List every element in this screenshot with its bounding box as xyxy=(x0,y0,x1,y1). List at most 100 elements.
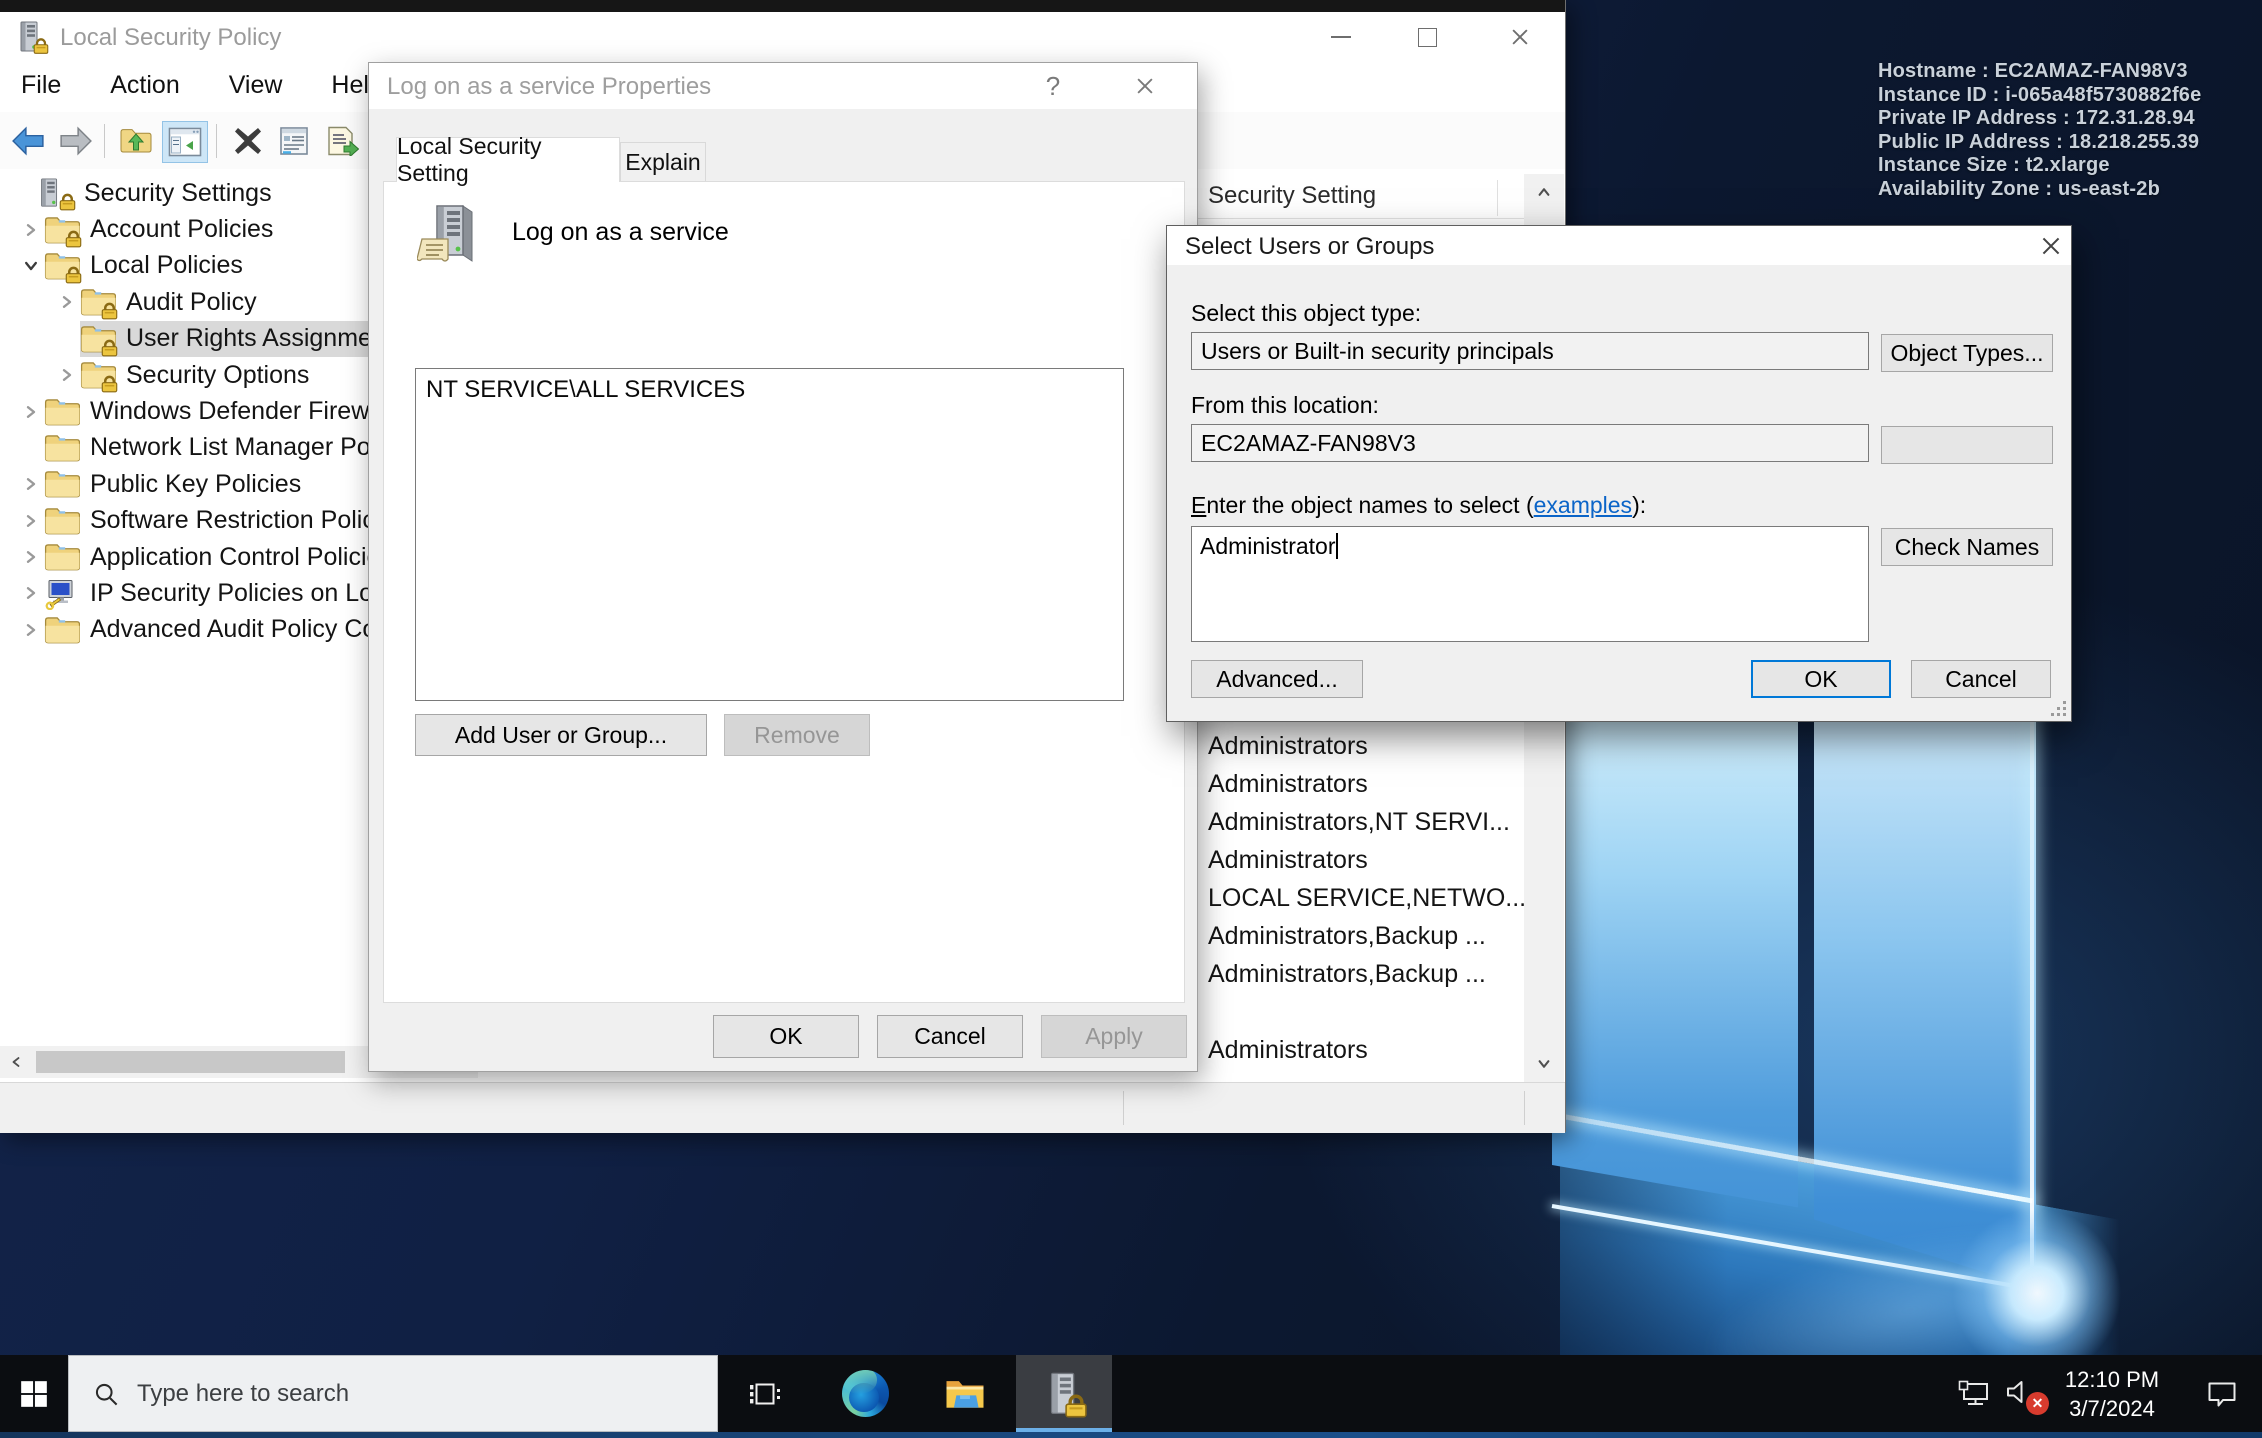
column-divider[interactable] xyxy=(1497,180,1498,216)
apply-button[interactable]: Apply xyxy=(1041,1015,1187,1058)
scroll-up-icon[interactable] xyxy=(1524,174,1564,210)
ok-button[interactable]: OK xyxy=(1751,660,1891,698)
ec2-instance-size: Instance Size : t2.xlarge xyxy=(1878,154,2201,178)
remove-button[interactable]: Remove xyxy=(724,714,870,756)
advanced-button[interactable]: Advanced... xyxy=(1191,660,1363,698)
help-icon[interactable]: ? xyxy=(1029,63,1077,109)
status-bar xyxy=(0,1082,1565,1133)
folder-lock-icon xyxy=(80,360,116,390)
cancel-button[interactable]: Cancel xyxy=(1911,660,2051,698)
locations-button[interactable] xyxy=(1881,426,2053,464)
close-icon[interactable] xyxy=(1121,63,1169,109)
search-input[interactable] xyxy=(135,1356,699,1431)
dialog-titlebar[interactable]: Select Users or Groups xyxy=(1167,226,2071,265)
clock-time: 12:10 PM xyxy=(2065,1365,2159,1394)
location-field[interactable] xyxy=(1191,424,1869,462)
chevron-right-icon[interactable] xyxy=(18,217,44,243)
window-titlebar[interactable]: Local Security Policy xyxy=(0,12,1565,62)
chevron-right-icon[interactable] xyxy=(18,471,44,497)
scroll-down-icon[interactable] xyxy=(1524,1046,1564,1082)
taskbar: ✕ 12:10 PM 3/7/2024 xyxy=(0,1355,2262,1432)
tab-local-security-setting[interactable]: Local Security Setting xyxy=(396,137,620,182)
spacer xyxy=(18,435,44,461)
spacer xyxy=(12,180,38,206)
taskbar-search[interactable] xyxy=(68,1355,718,1432)
start-button[interactable] xyxy=(0,1355,68,1432)
dialog-titlebar[interactable]: Log on as a service Properties ? xyxy=(369,63,1197,109)
folder-icon xyxy=(44,542,80,572)
close-icon[interactable] xyxy=(1489,12,1551,62)
chevron-down-icon[interactable] xyxy=(18,253,44,279)
menu-file[interactable]: File xyxy=(0,62,82,100)
toolbar-separator xyxy=(216,124,217,158)
members-listbox[interactable]: NT SERVICE\ALL SERVICES xyxy=(415,368,1124,701)
column-security-setting[interactable]: Security Setting xyxy=(1208,182,1376,210)
chevron-right-icon[interactable] xyxy=(18,508,44,534)
cancel-button[interactable]: Cancel xyxy=(877,1015,1023,1058)
statusbar-separator xyxy=(1524,1091,1525,1125)
action-center-icon[interactable] xyxy=(2196,1355,2248,1432)
folder-lock-icon xyxy=(44,215,80,245)
wallpaper-pane-right-edge xyxy=(2030,702,2034,1290)
export-list-icon[interactable] xyxy=(320,121,364,161)
screen: Hostname : EC2AMAZ-FAN98V3 Instance ID :… xyxy=(0,0,2262,1438)
tab-page: Log on as a service NT SERVICE\ALL SERVI… xyxy=(383,181,1185,1003)
folder-lock-icon xyxy=(80,324,116,354)
bottom-edge-strip xyxy=(0,1432,2262,1438)
minimize-button[interactable] xyxy=(1310,12,1372,62)
object-type-label: Select this object type: xyxy=(1191,300,1421,327)
window-title: Local Security Policy xyxy=(60,24,281,52)
show-console-tree-icon[interactable] xyxy=(162,121,208,163)
volume-muted-icon[interactable]: ✕ xyxy=(1998,1355,2046,1432)
chevron-right-icon[interactable] xyxy=(18,399,44,425)
folder-icon xyxy=(44,397,80,427)
taskbar-clock[interactable]: 12:10 PM 3/7/2024 xyxy=(2052,1355,2172,1432)
resize-grip[interactable] xyxy=(2050,700,2066,716)
chevron-right-icon[interactable] xyxy=(54,362,80,388)
folder-icon xyxy=(44,615,80,645)
select-users-or-groups-dialog: Select Users or Groups Select this objec… xyxy=(1166,225,2072,722)
scroll-left-icon[interactable] xyxy=(0,1046,32,1078)
location-label: From this location: xyxy=(1191,392,1379,419)
mute-badge: ✕ xyxy=(2026,1392,2049,1415)
chevron-right-icon[interactable] xyxy=(18,580,44,606)
delete-icon[interactable] xyxy=(226,121,270,161)
object-types-button[interactable]: Object Types... xyxy=(1881,334,2053,372)
security-settings-icon xyxy=(38,178,74,208)
list-item[interactable]: NT SERVICE\ALL SERVICES xyxy=(416,369,1123,404)
task-view-icon[interactable] xyxy=(737,1355,793,1432)
add-user-or-group-button[interactable]: Add User or Group... xyxy=(415,714,707,756)
ec2-private-ip: Private IP Address : 172.31.28.94 xyxy=(1878,107,2201,131)
tab-explain[interactable]: Explain xyxy=(620,142,706,182)
up-one-level-icon[interactable] xyxy=(114,121,158,161)
edge-browser-icon[interactable] xyxy=(837,1355,893,1432)
object-type-field[interactable] xyxy=(1191,332,1869,370)
chevron-right-icon[interactable] xyxy=(54,289,80,315)
forward-icon[interactable] xyxy=(54,121,98,161)
close-icon[interactable] xyxy=(2027,226,2075,265)
ec2-instance-info: Hostname : EC2AMAZ-FAN98V3 Instance ID :… xyxy=(1878,60,2201,201)
app-icon xyxy=(18,21,48,53)
local-security-policy-taskbar-button[interactable] xyxy=(1016,1355,1112,1432)
maximize-button[interactable] xyxy=(1396,12,1458,62)
menu-view[interactable]: View xyxy=(208,62,304,100)
ec2-hostname: Hostname : EC2AMAZ-FAN98V3 xyxy=(1878,60,2201,84)
chevron-right-icon[interactable] xyxy=(18,617,44,643)
folder-lock-icon xyxy=(44,251,80,281)
back-icon[interactable] xyxy=(6,121,50,161)
examples-link[interactable]: examples xyxy=(1534,492,1632,518)
toolbar-separator xyxy=(104,124,105,158)
network-tray-icon[interactable] xyxy=(1950,1355,1998,1432)
ec2-public-ip: Public IP Address : 18.218.255.39 xyxy=(1878,131,2201,155)
scrollbar-thumb[interactable] xyxy=(36,1051,345,1073)
file-explorer-icon[interactable] xyxy=(937,1355,993,1432)
text-cursor xyxy=(1336,533,1338,559)
object-names-field[interactable]: Administrator xyxy=(1191,526,1869,642)
chevron-right-icon[interactable] xyxy=(18,544,44,570)
spacer xyxy=(54,326,80,352)
ok-button[interactable]: OK xyxy=(713,1015,859,1058)
search-icon xyxy=(93,1381,120,1408)
menu-action[interactable]: Action xyxy=(89,62,200,100)
check-names-button[interactable]: Check Names xyxy=(1881,528,2053,566)
properties-icon[interactable] xyxy=(272,121,316,161)
